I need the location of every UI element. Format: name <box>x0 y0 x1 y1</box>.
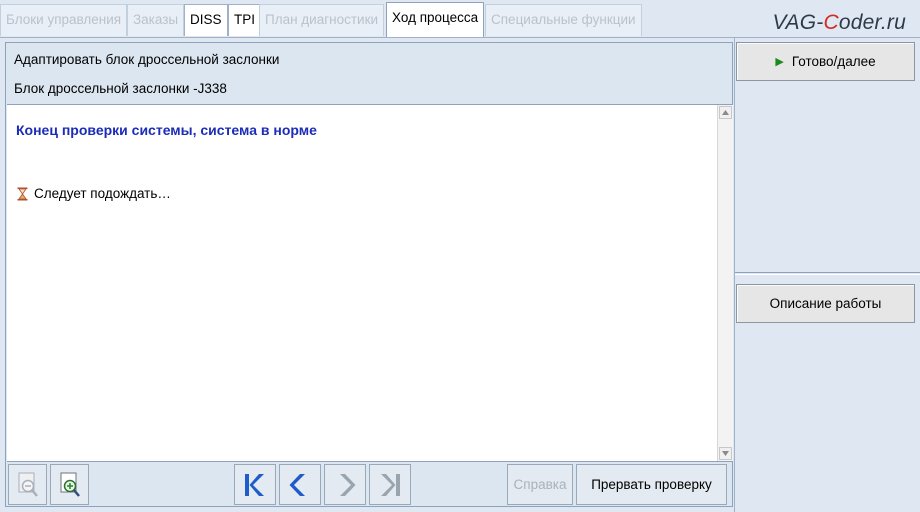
panel-divider <box>735 272 920 275</box>
tab-special-functions[interactable]: Специальные функции <box>485 4 642 36</box>
control-unit-name: Блок дроссельной заслонки -J338 <box>14 81 227 96</box>
work-description-button[interactable]: Описание работы <box>736 284 915 323</box>
bottom-toolbar: Справка Прервать проверку <box>6 462 732 506</box>
hourglass-icon <box>17 187 28 201</box>
tab-diss[interactable]: DISS <box>184 4 228 36</box>
next-step-button[interactable] <box>324 464 366 505</box>
previous-step-button[interactable] <box>279 464 321 505</box>
arrow-left-icon <box>289 473 305 496</box>
done-next-button[interactable]: ▶ Готово/далее <box>736 42 915 81</box>
right-panel: ▶ Готово/далее Описание работы <box>734 38 920 512</box>
wait-text: Следует подождать… <box>34 186 171 201</box>
watermark-logo: VAG-Coder.ru <box>772 11 906 34</box>
done-next-label: Готово/далее <box>791 54 876 69</box>
wait-message: Следует подождать… <box>17 186 171 201</box>
output-area: Конец проверки системы, система в норме … <box>7 104 733 462</box>
skip-to-end-icon <box>381 473 400 496</box>
last-step-button[interactable] <box>369 464 411 505</box>
status-message: Конец проверки системы, система в норме <box>16 122 317 138</box>
tab-diagnostic-plan[interactable]: План диагностики <box>259 4 385 36</box>
help-button[interactable]: Справка <box>507 464 573 505</box>
tab-tpi[interactable]: TPI <box>228 4 262 36</box>
abort-test-button[interactable]: Прервать проверку <box>576 464 727 505</box>
tab-bar: Блоки управления Заказы DISS TPI План ди… <box>0 0 920 38</box>
zoom-out-icon <box>18 472 38 497</box>
skip-to-start-icon <box>245 473 264 496</box>
scroll-down-button[interactable] <box>719 447 732 460</box>
tab-control-units[interactable]: Блоки управления <box>0 4 128 36</box>
main-panel: Адаптировать блок дроссельной заслонки Б… <box>5 42 733 507</box>
procedure-title: Адаптировать блок дроссельной заслонки <box>14 52 280 67</box>
tab-process[interactable]: Ход процесса <box>386 2 485 37</box>
scroll-up-button[interactable] <box>719 106 732 119</box>
play-icon: ▶ <box>775 56 784 68</box>
work-description-label: Описание работы <box>769 296 882 311</box>
zoom-in-icon <box>60 472 80 497</box>
arrow-right-icon <box>340 473 356 496</box>
zoom-out-button[interactable] <box>8 464 47 505</box>
zoom-in-button[interactable] <box>50 464 89 505</box>
tab-orders[interactable]: Заказы <box>127 4 185 36</box>
first-step-button[interactable] <box>234 464 276 505</box>
vertical-scrollbar[interactable] <box>717 105 733 461</box>
